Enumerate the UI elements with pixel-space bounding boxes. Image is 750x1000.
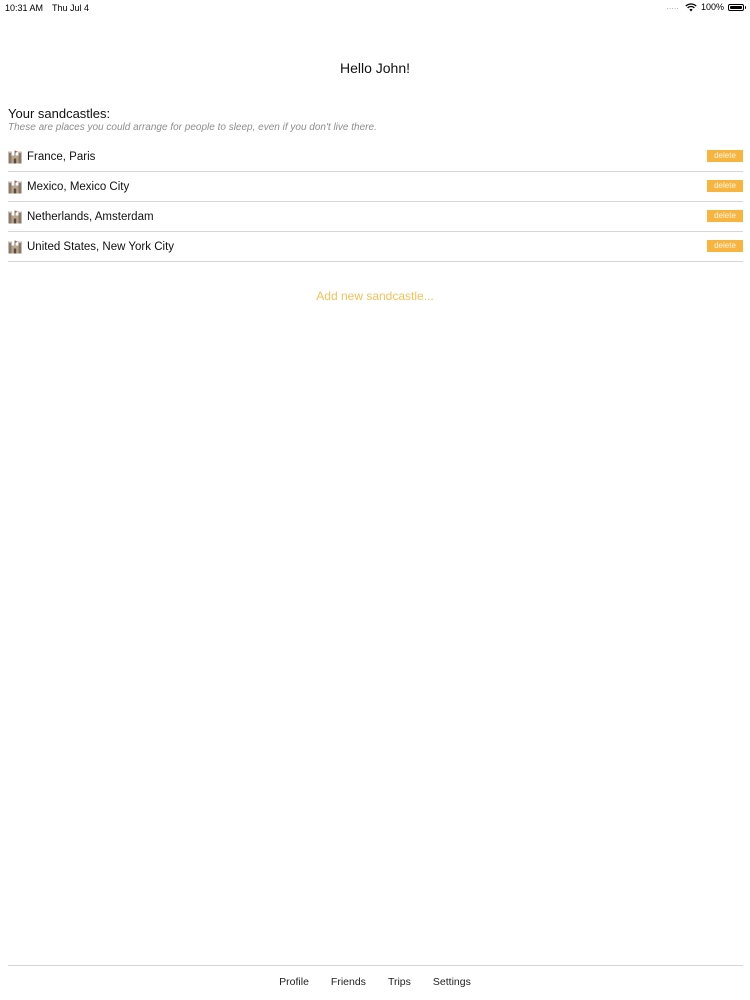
castle-icon [8, 210, 22, 224]
sandcastle-list: France, Paris delete Mexico, Mexico City… [8, 142, 743, 262]
add-sandcastle-link[interactable]: Add new sandcastle... [0, 289, 750, 303]
status-right: ..... 100% [666, 2, 746, 12]
wifi-icon [685, 2, 697, 11]
tab-settings[interactable]: Settings [433, 976, 471, 988]
castle-icon [8, 180, 22, 194]
greeting-title: Hello John! [339, 60, 411, 76]
tab-friends[interactable]: Friends [331, 976, 366, 988]
delete-button[interactable]: delete [707, 210, 743, 222]
battery-percent: 100% [700, 2, 724, 12]
sandcastle-row: United States, New York City delete [8, 232, 743, 262]
sandcastle-label: Mexico, Mexico City [27, 180, 130, 193]
signal-icon: ..... [666, 3, 679, 11]
sandcastle-label: United States, New York City [27, 240, 175, 253]
tab-trips[interactable]: Trips [388, 976, 411, 988]
sandcastle-row: Netherlands, Amsterdam delete [8, 202, 743, 232]
tab-bar-divider [8, 965, 743, 966]
status-left: 10:31 AM Thu Jul 4 [5, 3, 89, 13]
battery-fill [730, 5, 742, 9]
tab-profile[interactable]: Profile [279, 976, 309, 988]
castle-icon [8, 150, 22, 164]
delete-button[interactable]: delete [707, 240, 743, 252]
castle-icon [8, 240, 22, 254]
battery-icon [728, 3, 746, 11]
status-bar: 10:31 AM Thu Jul 4 ..... 100% [0, 0, 750, 16]
sandcastle-row: Mexico, Mexico City delete [8, 172, 743, 202]
delete-button[interactable]: delete [707, 150, 743, 162]
sandcastles-title: Your sandcastles: [8, 106, 111, 121]
sandcastle-label: Netherlands, Amsterdam [27, 210, 154, 223]
tab-bar: Profile Friends Trips Settings [0, 976, 750, 988]
sandcastles-subtitle: These are places you could arrange for p… [8, 122, 377, 133]
status-date: Thu Jul 4 [52, 3, 90, 13]
status-time: 10:31 AM [5, 3, 44, 13]
sandcastle-label: France, Paris [27, 150, 96, 163]
delete-button[interactable]: delete [707, 180, 743, 192]
sandcastle-row: France, Paris delete [8, 142, 743, 172]
